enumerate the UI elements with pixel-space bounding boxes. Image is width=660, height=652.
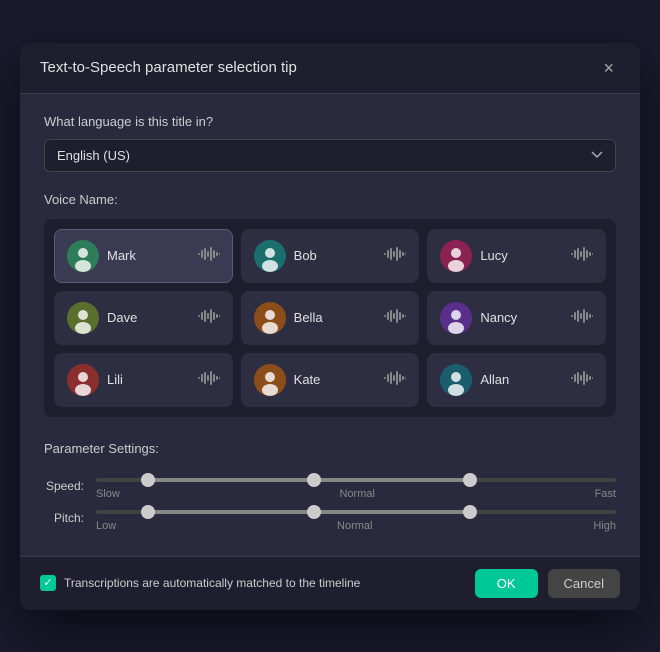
pitch-mid-label: Normal [337,520,372,532]
pitch-label: Pitch: [44,511,84,525]
speed-thumb-1[interactable] [141,473,155,487]
wave-icon-dave[interactable] [198,309,220,326]
pitch-min-label: Low [96,520,116,532]
voice-card-nancy[interactable]: Nancy [427,291,606,345]
voice-section-label: Voice Name: [44,192,616,207]
speed-min-label: Slow [96,488,120,500]
voice-name-bella: Bella [294,310,323,325]
voice-card-lucy[interactable]: Lucy [427,229,606,283]
voice-name-bob: Bob [294,248,317,263]
language-select[interactable]: English (US) [44,139,616,172]
voice-avatar-nancy [440,302,472,334]
voice-avatar-allan [440,364,472,396]
voice-left-lucy: Lucy [440,240,507,272]
voice-avatar-kate [254,364,286,396]
wave-icon-bella[interactable] [384,309,406,326]
voice-card-bella[interactable]: Bella [241,291,420,345]
voice-name-allan: Allan [480,372,509,387]
speed-mid-label: Normal [339,488,374,500]
pitch-row: Pitch: Low Normal High [44,504,616,532]
pitch-thumb-2[interactable] [307,505,321,519]
speed-label: Speed: [44,479,84,493]
voice-card-dave[interactable]: Dave [54,291,233,345]
speed-thumb-2[interactable] [307,473,321,487]
parameter-settings-label: Parameter Settings: [44,441,616,456]
pitch-labels: Low Normal High [96,520,616,532]
speed-labels: Slow Normal Fast [96,488,616,500]
pitch-thumb-3[interactable] [463,505,477,519]
wave-icon-bob[interactable] [384,247,406,264]
ok-button[interactable]: OK [475,569,538,598]
speed-max-label: Fast [595,488,616,500]
speed-track[interactable] [96,478,616,482]
wave-icon-mark[interactable] [198,247,220,264]
voices-grid-container: Mark Bob [44,219,616,417]
wave-icon-lucy[interactable] [571,247,593,264]
voice-avatar-mark [67,240,99,272]
voice-name-nancy: Nancy [480,310,517,325]
close-button[interactable]: × [597,57,620,79]
dialog-body: What language is this title in? English … [20,94,640,556]
auto-match-checkbox[interactable]: ✓ [40,575,56,591]
voice-left-bob: Bob [254,240,317,272]
pitch-track[interactable] [96,510,616,514]
tts-dialog: Text-to-Speech parameter selection tip ×… [20,43,640,610]
voice-name-dave: Dave [107,310,137,325]
voice-avatar-dave [67,302,99,334]
voice-left-nancy: Nancy [440,302,517,334]
cancel-button[interactable]: Cancel [548,569,620,598]
voice-avatar-bella [254,302,286,334]
voice-name-lucy: Lucy [480,248,507,263]
voice-card-bob[interactable]: Bob [241,229,420,283]
pitch-thumb-1[interactable] [141,505,155,519]
voice-avatar-bob [254,240,286,272]
voice-name-lili: Lili [107,372,123,387]
dialog-footer: ✓ Transcriptions are automatically match… [20,556,640,610]
voice-card-lili[interactable]: Lili [54,353,233,407]
voice-left-dave: Dave [67,302,137,334]
voice-name-kate: Kate [294,372,321,387]
speed-row: Speed: Slow Normal Fast [44,472,616,500]
voice-card-allan[interactable]: Allan [427,353,606,407]
language-question: What language is this title in? [44,114,616,129]
voice-left-kate: Kate [254,364,321,396]
speed-slider-wrapper: Slow Normal Fast [96,472,616,500]
voices-grid: Mark Bob [54,229,606,407]
voice-avatar-lucy [440,240,472,272]
voice-left-allan: Allan [440,364,509,396]
wave-icon-nancy[interactable] [571,309,593,326]
voice-avatar-lili [67,364,99,396]
voice-left-lili: Lili [67,364,123,396]
voice-card-kate[interactable]: Kate [241,353,420,407]
checkbox-checkmark: ✓ [43,578,52,589]
dialog-title: Text-to-Speech parameter selection tip [40,59,297,76]
voice-left-mark: Mark [67,240,136,272]
pitch-slider-wrapper: Low Normal High [96,504,616,532]
dialog-header: Text-to-Speech parameter selection tip × [20,43,640,94]
wave-icon-kate[interactable] [384,371,406,388]
voice-card-mark[interactable]: Mark [54,229,233,283]
checkbox-area: ✓ Transcriptions are automatically match… [40,575,465,591]
footer-buttons: OK Cancel [475,569,620,598]
voice-name-mark: Mark [107,248,136,263]
voice-left-bella: Bella [254,302,323,334]
pitch-max-label: High [593,520,616,532]
checkbox-label: Transcriptions are automatically matched… [64,576,360,590]
wave-icon-allan[interactable] [571,371,593,388]
wave-icon-lili[interactable] [198,371,220,388]
speed-thumb-3[interactable] [463,473,477,487]
